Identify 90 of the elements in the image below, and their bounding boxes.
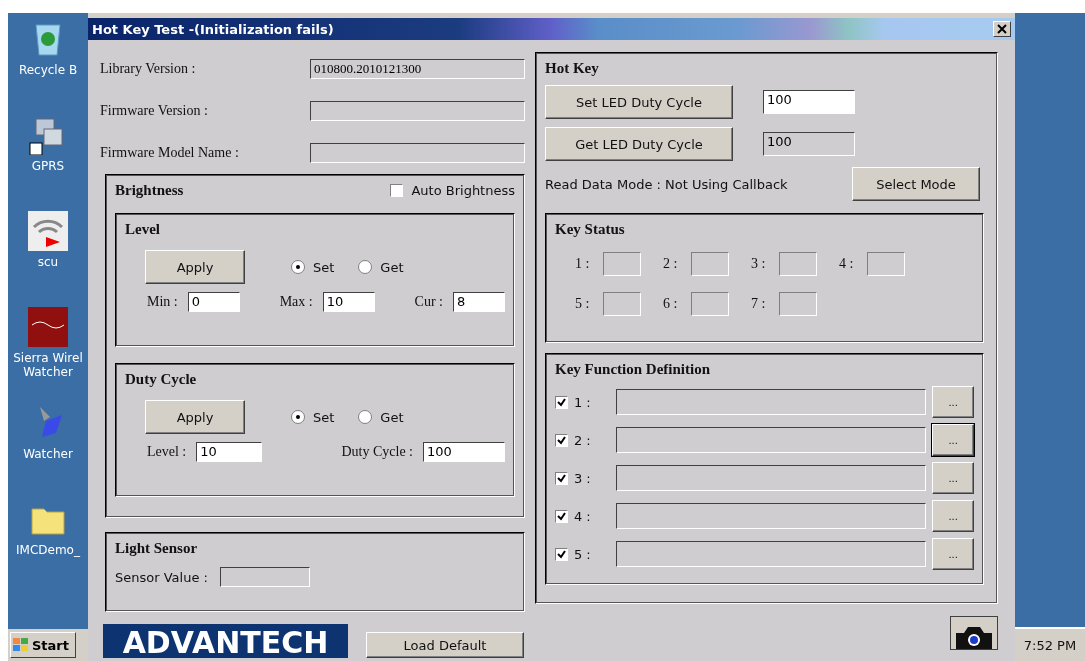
windows-flag-icon [13, 638, 29, 652]
brand-logo: ADVANTECH [103, 624, 348, 658]
field-label: Firmware Model Name : [100, 145, 239, 161]
radio-button[interactable] [358, 410, 373, 424]
key-status-indicator [603, 292, 642, 316]
key-number: 3 : [751, 256, 766, 272]
key-number: 5 : [575, 296, 590, 312]
key-status-indicator [867, 252, 906, 276]
key-status-indicator [779, 252, 818, 276]
clock: 7:52 PM [1023, 637, 1077, 653]
key-function-field[interactable] [615, 541, 927, 567]
led-duty-cycle-button[interactable]: Get LED Duty Cycle [545, 127, 733, 161]
field-label: Max : [279, 294, 313, 310]
checkbox[interactable] [555, 433, 568, 447]
browse-button[interactable]: ... [932, 500, 974, 532]
camera-icon[interactable] [950, 616, 998, 650]
key-number: 1 : [575, 256, 590, 272]
browse-button[interactable]: ... [932, 386, 974, 418]
radio-button[interactable] [358, 260, 373, 274]
field-label: Duty Cycle : [341, 444, 413, 460]
key-function-field[interactable] [615, 427, 927, 453]
apply-button[interactable]: Apply [145, 400, 245, 434]
desktop-icon-label[interactable]: Recycle B [18, 63, 78, 77]
browse-button[interactable]: ... [932, 424, 974, 456]
key-function-field[interactable] [615, 465, 927, 491]
info-field: 010800.2010121300 [310, 59, 525, 79]
radio-button[interactable] [291, 410, 305, 424]
group-title: Light Sensor [115, 540, 199, 557]
key-number: 5 : [573, 546, 592, 562]
radio-button[interactable] [291, 260, 305, 274]
input-field[interactable]: 8 [453, 292, 505, 312]
wireless-signal-icon [28, 211, 68, 251]
input-field[interactable]: 10 [322, 292, 375, 312]
desktop-icon-label[interactable]: Watcher [23, 447, 73, 461]
radio-label: Set [313, 409, 335, 425]
key-status-indicator [691, 292, 730, 316]
checkbox[interactable] [555, 509, 568, 523]
field-label: Cur : [414, 294, 443, 310]
key-number: 4 : [573, 508, 592, 524]
key-number: 1 : [573, 394, 592, 410]
close-button[interactable] [993, 21, 1011, 37]
group-title: Level [125, 221, 161, 238]
checkbox[interactable] [555, 395, 568, 409]
field-label: Level : [147, 444, 187, 460]
checkbox[interactable] [390, 184, 404, 197]
field-label: Min : [147, 294, 178, 310]
start-button[interactable]: Start [10, 632, 76, 658]
browse-button[interactable]: ... [932, 538, 974, 570]
apply-button[interactable]: Apply [145, 250, 245, 284]
duty-cycle-field[interactable]: 100 [763, 90, 855, 114]
key-status-indicator [691, 252, 730, 276]
desktop-icon-label[interactable]: IMCDemo_ [16, 543, 80, 557]
led-duty-cycle-button[interactable]: Set LED Duty Cycle [545, 85, 733, 119]
radio-label: Get [380, 259, 404, 275]
radio-label: Set [313, 259, 335, 275]
select-mode-button[interactable]: Select Mode [852, 167, 980, 201]
window-title: Hot Key Test -(Initialization fails) [92, 21, 334, 37]
modem-icon [28, 307, 68, 347]
radio-label: Get [380, 409, 404, 425]
key-number: 2 : [573, 432, 592, 448]
checkbox[interactable] [555, 471, 568, 485]
key-function-field[interactable] [615, 389, 927, 415]
group-title: Brightness [115, 182, 184, 199]
field-label: Firmware Version : [100, 103, 208, 119]
desktop-icon-label[interactable]: GPRS [31, 159, 65, 173]
checkbox[interactable] [555, 547, 568, 561]
checkbox-label: Auto Brightness [411, 183, 515, 198]
key-number: 2 : [663, 256, 678, 272]
group-title: Duty Cycle [125, 371, 198, 388]
field-label: Sensor Value : [115, 569, 208, 585]
input-field[interactable]: 100 [423, 442, 505, 462]
key-number: 6 : [663, 296, 678, 312]
desktop-icon-label[interactable]: scu [37, 255, 59, 269]
desktop-icon-label[interactable]: Sierra Wirel Watcher [13, 351, 83, 379]
key-status-indicator [779, 292, 818, 316]
load-default-button[interactable]: Load Default [366, 632, 524, 658]
input-field[interactable]: 10 [196, 442, 263, 462]
group-title: Hot Key [545, 60, 600, 77]
read-mode-text: Read Data Mode : Not Using Callback [545, 176, 788, 192]
group-title: Key Status [555, 221, 626, 238]
key-status-indicator [603, 252, 642, 276]
key-function-field[interactable] [615, 503, 927, 529]
duty-cycle-field: 100 [763, 132, 855, 156]
input-field[interactable]: 0 [187, 292, 240, 312]
group-title: Key Function Definition [555, 361, 711, 378]
field-label: Library Version : [100, 61, 196, 77]
key-number: 3 : [573, 470, 592, 486]
key-number: 4 : [839, 256, 854, 272]
key-number: 7 : [751, 296, 766, 312]
browse-button[interactable]: ... [932, 462, 974, 494]
